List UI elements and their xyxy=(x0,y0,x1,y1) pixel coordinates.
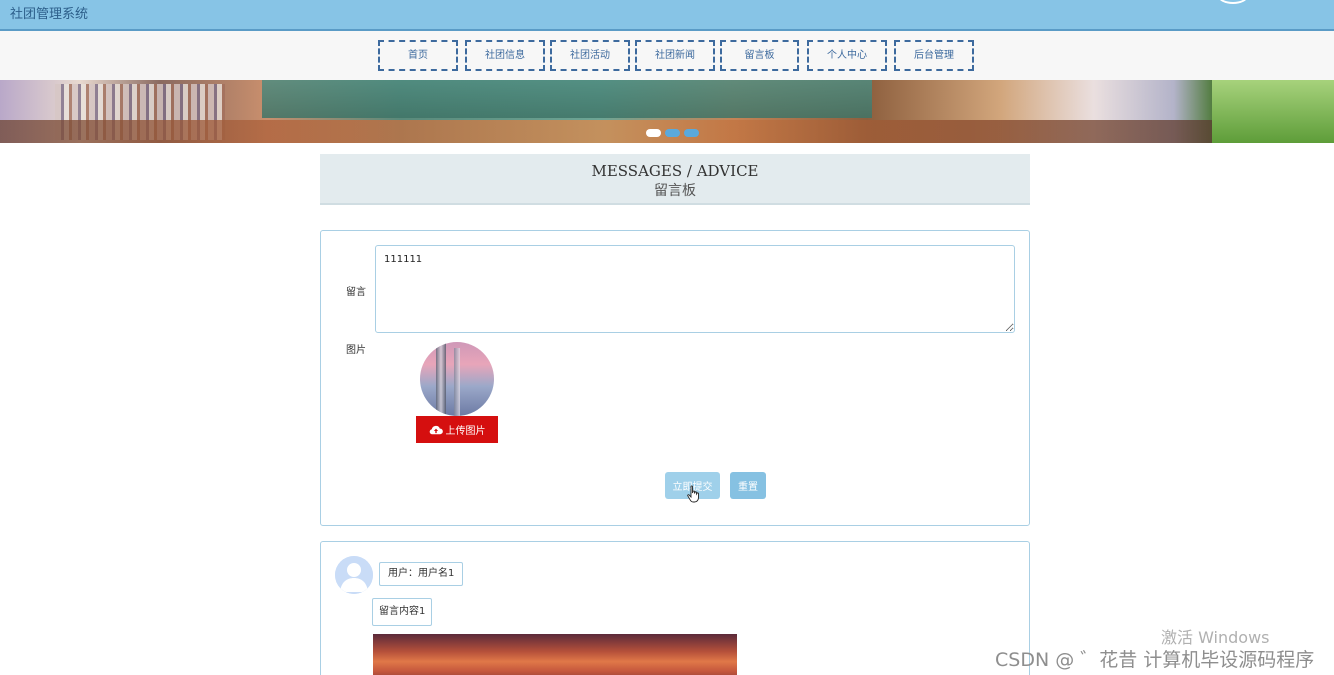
hand-cursor-icon xyxy=(687,485,699,503)
upload-button-label: 上传图片 xyxy=(445,426,486,437)
app-title: 社团管理系统 xyxy=(10,7,89,22)
nav-item-message-board[interactable]: 留言板 xyxy=(720,40,799,71)
csdn-watermark: CSDN @ ゛花昔 计算机毕设源码程序 xyxy=(995,649,1315,671)
carousel-dot-2[interactable] xyxy=(665,129,680,137)
message-textarea[interactable]: 111111 xyxy=(375,245,1015,333)
user-avatar-icon xyxy=(335,556,373,594)
section-title-en: MESSAGES / ADVICE xyxy=(591,162,759,180)
message-content: 留言内容1 xyxy=(372,598,433,626)
section-title-cn: 留言板 xyxy=(654,183,696,199)
carousel-dot-1[interactable] xyxy=(646,129,661,137)
nav-item-club-activities[interactable]: 社团活动 xyxy=(550,40,630,71)
cloud-upload-icon xyxy=(429,425,443,434)
reset-button[interactable]: 重置 xyxy=(730,472,766,499)
banner-image-next-slide xyxy=(1212,80,1334,143)
uploaded-image-preview xyxy=(420,342,494,416)
main-nav: 首页 社团信息 社团活动 社团新闻 留言板 个人中心 后台管理 xyxy=(0,31,1334,80)
message-user-name: 用户：用户名1 xyxy=(379,562,464,586)
banner-image-classroom xyxy=(0,120,1212,143)
nav-item-admin[interactable]: 后台管理 xyxy=(894,40,974,71)
carousel-dot-3[interactable] xyxy=(684,129,699,137)
section-header: MESSAGES / ADVICE 留言板 xyxy=(320,154,1030,205)
banner-image-blackboard xyxy=(262,80,872,118)
upload-image-button[interactable]: 上传图片 xyxy=(416,416,498,443)
nav-item-home[interactable]: 首页 xyxy=(378,40,458,71)
image-label: 图片 xyxy=(346,345,366,356)
nav-item-club-info[interactable]: 社团信息 xyxy=(465,40,545,71)
message-image xyxy=(373,634,737,675)
carousel-indicators xyxy=(646,122,703,141)
message-form: 留言 111111 图片 上传图片 立即提交 重置 xyxy=(320,230,1030,526)
top-header: 社团管理系统 xyxy=(0,0,1334,31)
user-avatar-icon[interactable] xyxy=(1218,0,1248,4)
message-label: 留言 xyxy=(346,287,366,298)
message-list-item: 用户：用户名1 留言内容1 xyxy=(320,541,1030,675)
banner-carousel[interactable] xyxy=(0,80,1334,143)
nav-item-club-news[interactable]: 社团新闻 xyxy=(635,40,715,71)
nav-item-personal-center[interactable]: 个人中心 xyxy=(807,40,887,71)
